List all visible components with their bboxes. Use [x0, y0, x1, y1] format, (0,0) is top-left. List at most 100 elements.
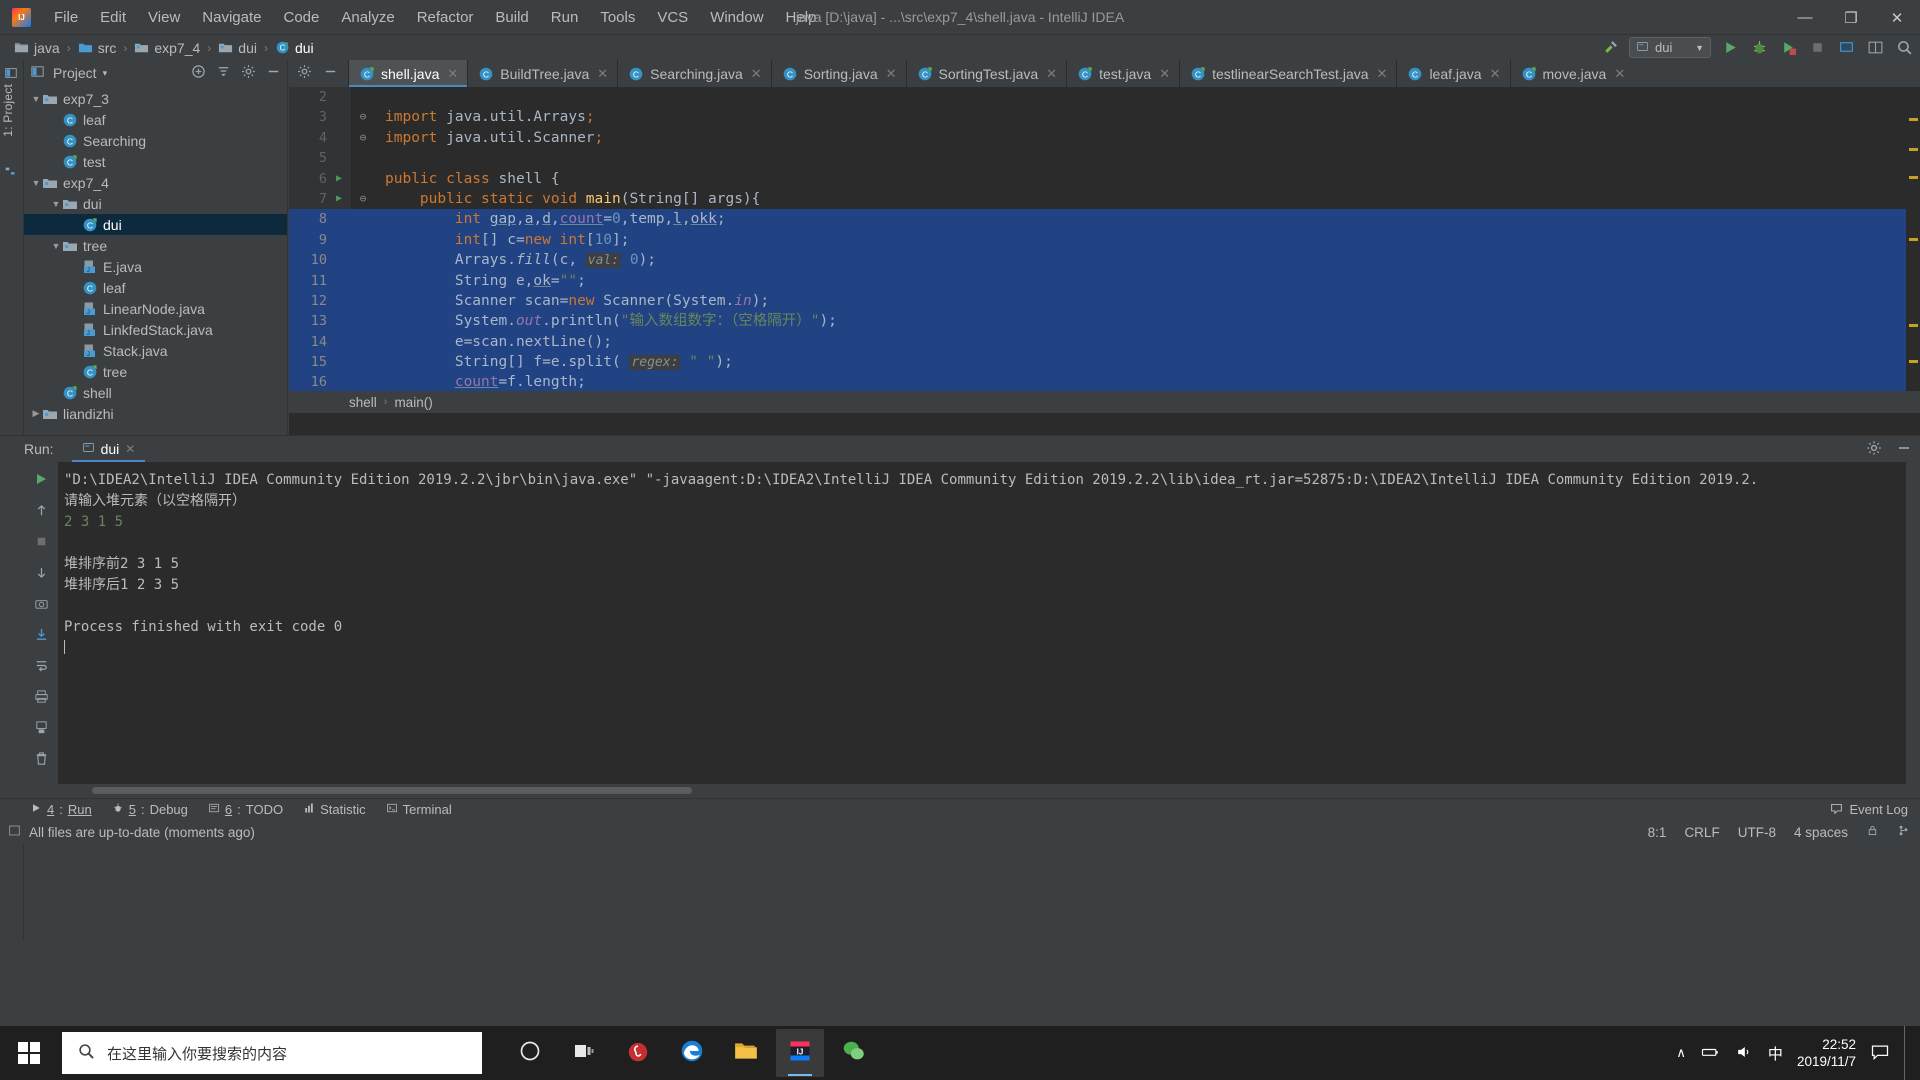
ime-indicator[interactable]: 中	[1768, 1043, 1783, 1064]
taskbar-cortana-button[interactable]	[506, 1029, 554, 1077]
close-icon[interactable]: ✕	[1490, 66, 1501, 82]
taskbar-intellij-button[interactable]: IJ	[776, 1029, 824, 1077]
code-text[interactable]: import java.util.Arrays;	[375, 107, 1920, 127]
code-line[interactable]: 4 ⊖ import java.util.Scanner;	[289, 128, 1920, 148]
tree-item-leaf[interactable]: Cleaf	[24, 109, 287, 130]
taskbar-search-input[interactable]: 在这里输入你要搜索的内容	[62, 1032, 482, 1074]
editor-tab-leaf-java[interactable]: Cleaf.java ✕	[1396, 60, 1509, 87]
breadcrumb-dui-class[interactable]: C dui	[275, 40, 314, 56]
console-output[interactable]: "D:\IDEA2\IntelliJ IDEA Community Editio…	[58, 462, 1906, 784]
run-gutter-icon[interactable]: ▶	[336, 169, 342, 189]
caret-position[interactable]: 8:1	[1648, 825, 1667, 840]
minimize-button[interactable]: —	[1782, 0, 1828, 35]
code-text[interactable]: import java.util.Scanner;	[375, 128, 1920, 148]
code-line[interactable]: 11 String e,ok="";	[289, 270, 1920, 291]
tree-item-linearnode-java[interactable]: J LinearNode.java	[24, 298, 287, 319]
menu-refactor[interactable]: Refactor	[406, 6, 485, 29]
editor-tab-shell-java[interactable]: Cshell.java ✕	[348, 60, 468, 87]
battery-icon[interactable]	[1700, 1042, 1720, 1065]
menu-build[interactable]: Build	[484, 6, 539, 29]
hide-icon[interactable]	[323, 64, 338, 84]
menu-analyze[interactable]: Analyze	[330, 6, 405, 29]
menu-vcs[interactable]: VCS	[646, 6, 699, 29]
tree-item-leaf[interactable]: Cleaf	[24, 277, 287, 298]
scroll-to-end-icon[interactable]	[32, 625, 50, 643]
code-text[interactable]: int gap,a,d,count=0,temp,l,okk;	[375, 209, 1920, 229]
close-icon[interactable]: ✕	[1159, 66, 1170, 82]
breadcrumb-java[interactable]: java	[14, 40, 60, 56]
camera-icon[interactable]	[32, 594, 50, 612]
tree-item-tree[interactable]: Ctree	[24, 361, 287, 382]
branch-icon[interactable]	[1897, 824, 1910, 840]
chevron-down-icon[interactable]: ▼	[30, 93, 42, 105]
tree-item-tree[interactable]: ▼ tree	[24, 235, 287, 256]
up-arrow-icon[interactable]	[32, 501, 50, 519]
bottom-item-statistic[interactable]: Statistic	[303, 802, 366, 817]
close-icon[interactable]: ✕	[886, 66, 897, 82]
fold-start-icon[interactable]: ⊖	[360, 189, 367, 209]
taskbar-task-view-button[interactable]	[560, 1029, 608, 1077]
code-text[interactable]: public static void main(String[] args){	[375, 189, 1920, 209]
expand-collapse-icon[interactable]	[216, 64, 231, 82]
run-icon[interactable]	[1720, 38, 1740, 58]
code-line[interactable]: 14 e=scan.nextLine();	[289, 331, 1920, 353]
show-desktop-button[interactable]	[1904, 1026, 1914, 1080]
code-line[interactable]: 15 String[] f=e.split( regex: " ");	[289, 352, 1920, 373]
code-line[interactable]: 3 ⊖ import java.util.Arrays;	[289, 107, 1920, 127]
chevron-right-icon[interactable]: ▶	[30, 408, 42, 420]
code-text[interactable]: Arrays.fill(c, val: 0);	[375, 250, 1920, 271]
code-line[interactable]: 9 int[] c=new int[10];	[289, 229, 1920, 251]
code-line[interactable]: 8 int gap,a,d,count=0,temp,l,okk;	[289, 209, 1920, 230]
editor-tab-testlinearsearchtest-java[interactable]: CtestlinearSearchTest.java ✕	[1179, 60, 1396, 87]
code-line[interactable]: 6 ▶ public class shell {	[289, 169, 1920, 189]
taskbar-file-explorer-button[interactable]	[722, 1029, 770, 1077]
rail-project-label[interactable]: 1: Project	[1, 84, 15, 137]
menu-tools[interactable]: Tools	[589, 6, 646, 29]
maximize-button[interactable]: ❐	[1828, 0, 1874, 35]
search-everywhere-icon[interactable]	[1894, 38, 1914, 58]
code-text[interactable]: String e,ok="";	[375, 271, 1920, 291]
tree-item-searching[interactable]: C Searching	[24, 130, 287, 151]
menu-window[interactable]: Window	[699, 6, 774, 29]
tray-chevron-up-icon[interactable]: ∧	[1676, 1045, 1686, 1061]
console-horizontal-scrollbar[interactable]	[58, 787, 1906, 796]
start-button[interactable]	[0, 1026, 58, 1080]
run-with-coverage-icon[interactable]	[1778, 38, 1798, 58]
fold-start-icon[interactable]: ⊖	[360, 107, 367, 127]
taskbar-edge-button[interactable]	[668, 1029, 716, 1077]
code-text[interactable]: System.out.println("输入数组数字：（空格隔开）");	[375, 311, 1920, 331]
notification-center-icon[interactable]	[1870, 1042, 1890, 1065]
volume-icon[interactable]	[1734, 1042, 1754, 1065]
clear-all-icon[interactable]	[32, 718, 50, 736]
close-icon[interactable]: ✕	[447, 66, 458, 82]
settings-icon[interactable]	[241, 64, 256, 82]
editor-tab-buildtree-java[interactable]: C BuildTree.java ✕	[467, 60, 617, 87]
run-tab-dui[interactable]: dui ✕	[71, 436, 146, 462]
fold-end-icon[interactable]: ⊖	[360, 128, 367, 148]
editor-tab-sorting-java[interactable]: C Sorting.java ✕	[770, 60, 906, 87]
code-line[interactable]: 16 count=f.length;	[289, 372, 1920, 393]
chevron-down-icon[interactable]: ▼	[50, 240, 62, 252]
menu-code[interactable]: Code	[272, 6, 330, 29]
tree-item-test[interactable]: Ctest	[24, 151, 287, 172]
file-encoding[interactable]: UTF-8	[1738, 825, 1776, 840]
line-separator[interactable]: CRLF	[1684, 825, 1719, 840]
tree-item-shell[interactable]: Cshell	[24, 382, 287, 403]
menu-edit[interactable]: Edit	[89, 6, 137, 29]
editor-marker-rail[interactable]	[1906, 114, 1920, 391]
close-button[interactable]: ✕	[1874, 0, 1920, 35]
rerun-icon[interactable]	[32, 470, 50, 488]
hammer-icon[interactable]	[1600, 38, 1620, 58]
breadcrumb-dui-pkg[interactable]: dui	[218, 40, 257, 56]
chevron-down-icon[interactable]: ▼	[50, 198, 62, 210]
code-text[interactable]: Scanner scan=new Scanner(System.in);	[375, 291, 1920, 311]
hide-icon[interactable]	[266, 64, 281, 82]
code-text[interactable]: count=f.length;	[375, 372, 1920, 392]
app-update-icon[interactable]	[1836, 38, 1856, 58]
layout-icon[interactable]	[1865, 38, 1885, 58]
editor-tab-move-java[interactable]: Cmove.java ✕	[1509, 60, 1635, 87]
taskbar-clock[interactable]: 22:52 2019/11/7	[1797, 1036, 1856, 1070]
editor-tab-test-java[interactable]: Ctest.java ✕	[1066, 60, 1179, 87]
code-text[interactable]: e=scan.nextLine();	[375, 332, 1920, 352]
settings-icon[interactable]	[297, 64, 312, 84]
